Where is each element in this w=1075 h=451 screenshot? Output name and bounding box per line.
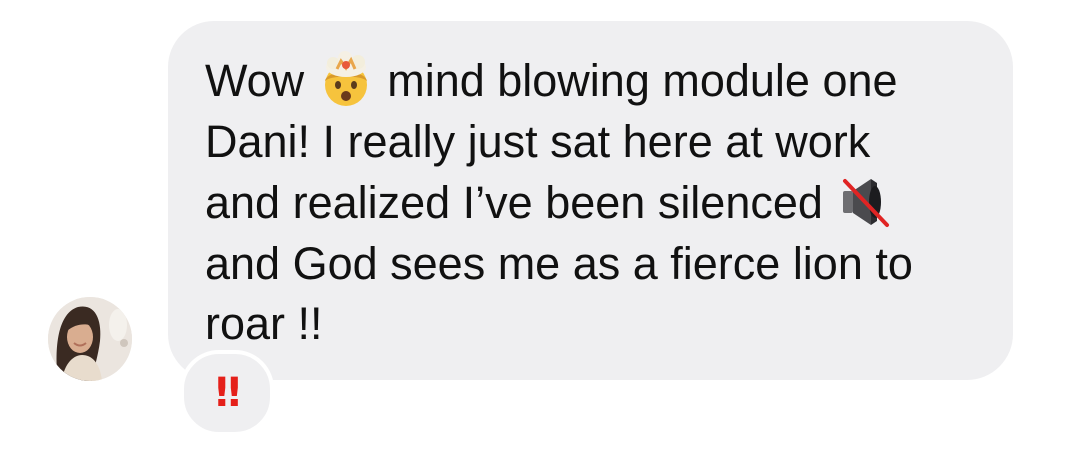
message-text: Wow (205, 55, 305, 106)
message-text: mind blowing module one (387, 55, 898, 106)
avatar[interactable] (48, 297, 132, 381)
message-line: Dani! I really just sat here at work (205, 112, 870, 172)
message-line: and realized I’ve been silenced (205, 173, 893, 233)
message-text: and God sees me as a fierce lion to (205, 238, 913, 289)
double-exclamation-icon: ‼ (215, 370, 240, 416)
message-line: Wow mind blowing module one (205, 51, 898, 111)
message-line: and God sees me as a fierce lion to (205, 234, 913, 294)
muted-speaker-icon (835, 173, 893, 231)
message-text: and realized I’ve been silenced (205, 177, 823, 228)
message-text: roar !! (205, 298, 323, 349)
message-bubble[interactable]: Wow mind blowing module one Dani! I real… (168, 21, 1013, 380)
message-text: Dani! I really just sat here at work (205, 116, 871, 167)
reaction-badge[interactable]: ‼ (180, 350, 274, 436)
exploding-head-icon (317, 51, 375, 109)
message-line: roar !! (205, 294, 323, 354)
